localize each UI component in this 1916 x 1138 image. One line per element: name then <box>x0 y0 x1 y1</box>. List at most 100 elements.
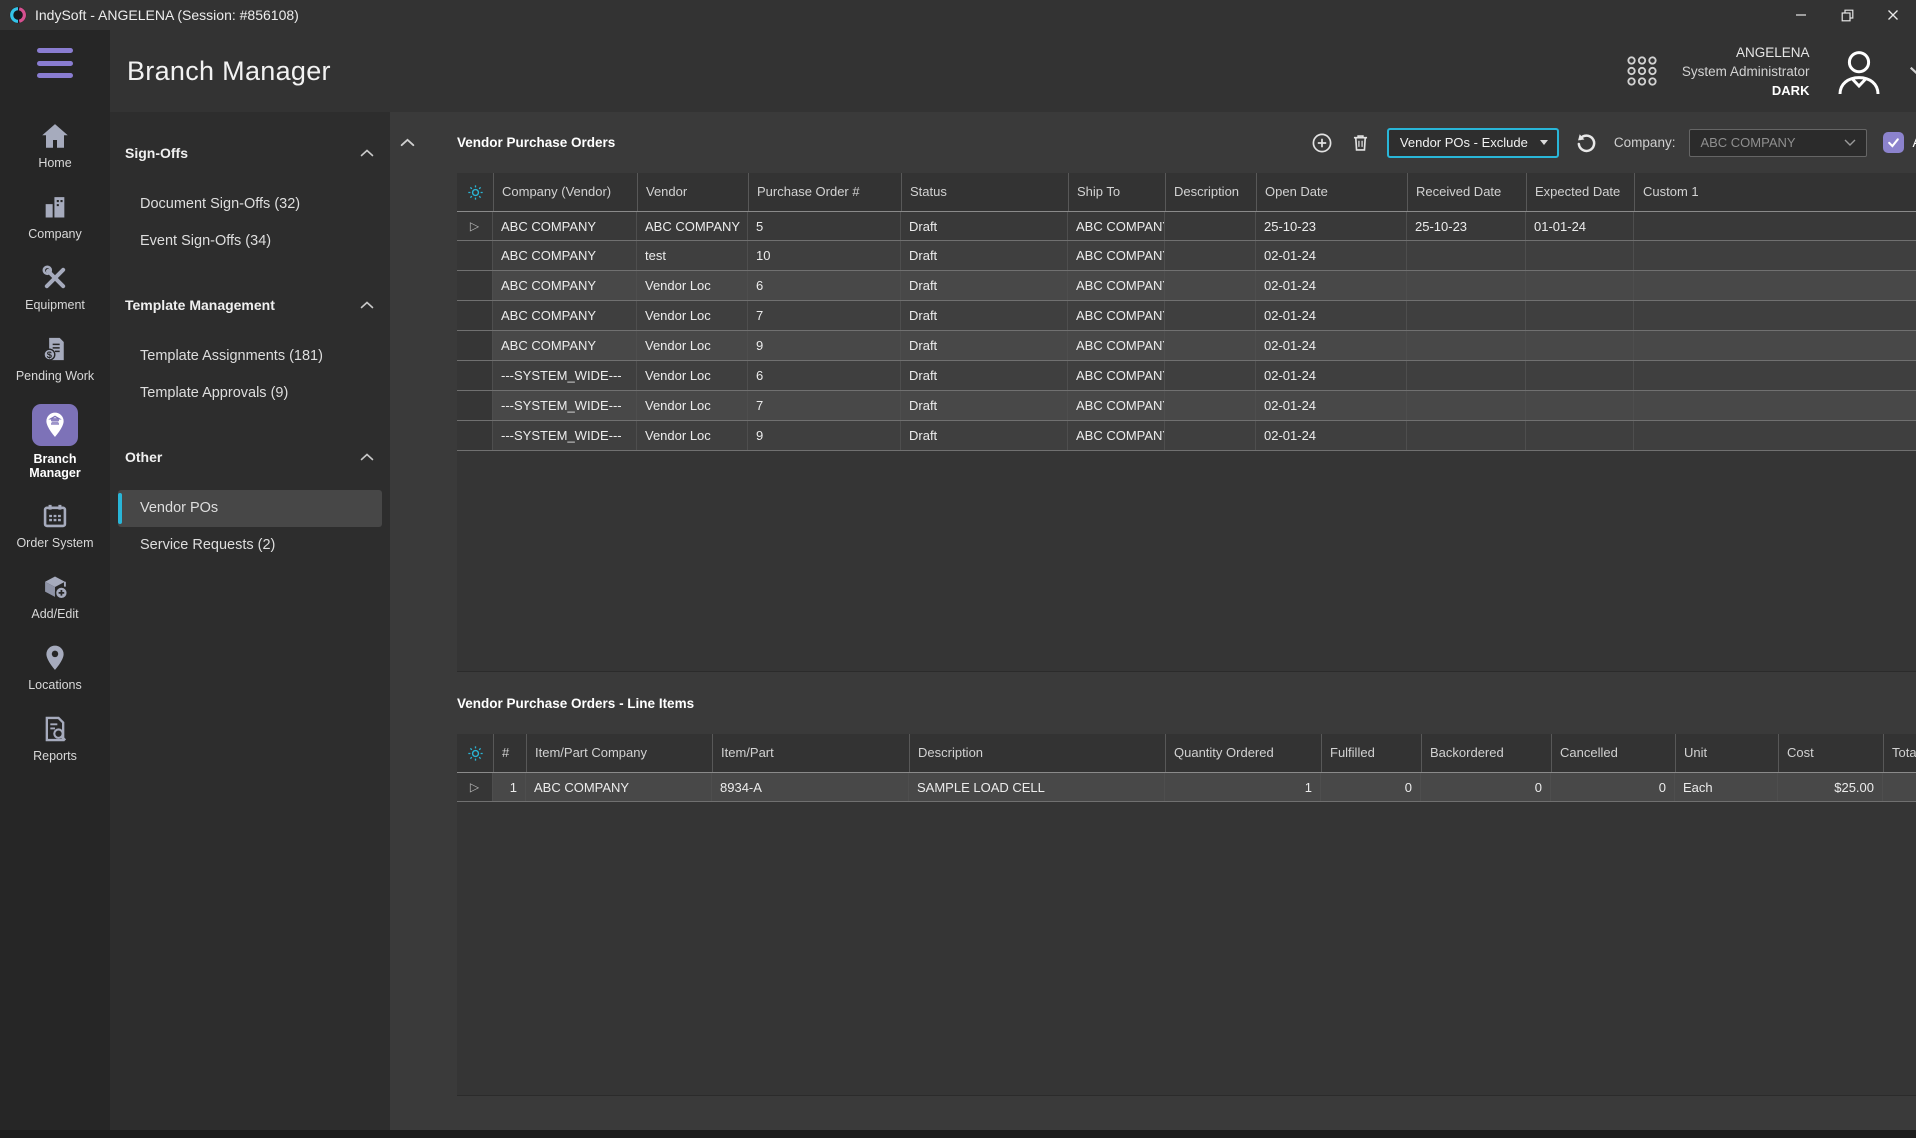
column-header[interactable]: Purchase Order # <box>748 173 901 211</box>
vendor-pos-workarea: Vendor Purchase Orders <box>390 112 1916 1130</box>
chevron-up-icon[interactable] <box>360 301 374 309</box>
table-cell <box>1634 391 1916 420</box>
table-cell: 5 <box>748 212 901 240</box>
company-dropdown-value: ABC COMPANY <box>1700 135 1795 150</box>
column-header[interactable]: Backordered <box>1421 734 1551 772</box>
column-header[interactable]: Custom 1 <box>1634 173 1916 211</box>
nav-item-vendor-pos[interactable]: Vendor POs <box>118 490 382 527</box>
row-expander-empty <box>457 331 493 360</box>
sidebar-item-order-system[interactable]: Order System <box>0 490 110 561</box>
close-button[interactable] <box>1870 0 1916 30</box>
add-record-button[interactable] <box>1310 131 1334 155</box>
restore-button[interactable] <box>1824 0 1870 30</box>
column-header[interactable]: Description <box>909 734 1165 772</box>
table-row[interactable]: ---SYSTEM_WIDE---Vendor Loc7DraftABC COM… <box>457 391 1916 421</box>
table-cell: ---SYSTEM_WIDE--- <box>493 421 637 450</box>
row-expander-empty <box>457 421 493 450</box>
column-header[interactable]: Item/Part <box>712 734 909 772</box>
nav-section-header[interactable]: Template Management <box>110 294 390 316</box>
column-header[interactable]: Open Date <box>1256 173 1407 211</box>
column-header[interactable]: Received Date <box>1407 173 1526 211</box>
nav-section-header[interactable]: Other <box>110 446 390 468</box>
sidebar-item-locations[interactable]: Locations <box>0 632 110 703</box>
table-row[interactable]: ---SYSTEM_WIDE---Vendor Loc6DraftABC COM… <box>457 361 1916 391</box>
table-cell <box>1526 421 1634 450</box>
user-menu-chevron-icon[interactable] <box>1909 66 1916 77</box>
sidebar-item-company[interactable]: Company <box>0 181 110 252</box>
window-titlebar: IndySoft - ANGELENA (Session: #856108) <box>0 0 1916 30</box>
sidebar-item-home[interactable]: Home <box>0 110 110 181</box>
nav-section-template-management: Template Management Template Assignments… <box>110 294 390 412</box>
table-cell <box>1165 212 1256 240</box>
vendor-purchase-orders-grid: Company (Vendor)VendorPurchase Order #St… <box>457 173 1916 672</box>
table-row[interactable]: ---SYSTEM_WIDE---Vendor Loc9DraftABC COM… <box>457 421 1916 451</box>
table-cell: 02-01-24 <box>1256 361 1407 390</box>
column-header[interactable]: Quantity Ordered <box>1165 734 1321 772</box>
column-header[interactable]: Ship To <box>1068 173 1165 211</box>
table-cell: ABC COMPANY <box>493 301 637 330</box>
all-checkbox-label: All <box>1912 135 1916 150</box>
indysoft-logo-icon <box>9 6 27 24</box>
chevron-up-icon[interactable] <box>360 149 374 157</box>
column-header[interactable]: Item/Part Company <box>526 734 712 772</box>
delete-record-button[interactable] <box>1350 131 1371 154</box>
po-toolbar: Vendor POs - Exclude Company: ABC COMPAN… <box>1310 128 1916 158</box>
all-checkbox[interactable] <box>1883 132 1904 153</box>
po-filter-dropdown[interactable]: Vendor POs - Exclude <box>1387 128 1559 158</box>
table-cell: Draft <box>901 271 1068 300</box>
row-expander-icon[interactable]: ▷ <box>457 212 493 240</box>
column-header[interactable]: Vendor <box>637 173 748 211</box>
page-title: Branch Manager <box>127 56 331 87</box>
nav-item-template-assignments[interactable]: Template Assignments (181) <box>118 338 382 375</box>
hamburger-menu-icon[interactable] <box>37 48 73 78</box>
column-header[interactable]: # <box>493 734 526 772</box>
table-cell <box>1165 301 1256 330</box>
column-header[interactable]: Company (Vendor) <box>493 173 637 211</box>
table-row[interactable]: ▷1ABC COMPANY8934-ASAMPLE LOAD CELL1000E… <box>457 772 1916 802</box>
line-items-grid: #Item/Part CompanyItem/PartDescriptionQu… <box>457 734 1916 1096</box>
table-cell <box>1634 331 1916 360</box>
company-dropdown[interactable]: ABC COMPANY <box>1689 129 1867 157</box>
refresh-button[interactable] <box>1575 131 1598 154</box>
table-cell <box>1165 361 1256 390</box>
grid-settings-icon[interactable] <box>457 734 493 772</box>
table-row[interactable]: ABC COMPANYVendor Loc7DraftABC COMPANY02… <box>457 301 1916 331</box>
column-header[interactable]: Description <box>1165 173 1256 211</box>
sidebar-item-add-edit[interactable]: Add/Edit <box>0 561 110 632</box>
column-header[interactable]: Cancelled <box>1551 734 1675 772</box>
sidebar-item-equipment[interactable]: Equipment <box>0 252 110 323</box>
nav-item-document-sign-offs[interactable]: Document Sign-Offs (32) <box>118 186 382 223</box>
column-header[interactable]: Expected Date <box>1526 173 1634 211</box>
table-row[interactable]: ABC COMPANYtest10DraftABC COMPANY02-01-2… <box>457 241 1916 271</box>
box-plus-icon <box>41 573 69 601</box>
column-header[interactable]: Total <box>1883 734 1916 772</box>
column-header[interactable]: Status <box>901 173 1068 211</box>
nav-section-header[interactable]: Sign-Offs <box>110 142 390 164</box>
table-cell <box>1634 271 1916 300</box>
nav-item-service-requests[interactable]: Service Requests (2) <box>118 527 382 564</box>
chevron-up-icon[interactable] <box>360 453 374 461</box>
sidebar-item-pending-work[interactable]: $ Pending Work <box>0 323 110 394</box>
apps-grid-icon[interactable] <box>1626 55 1658 87</box>
sidebar-item-reports[interactable]: Reports <box>0 703 110 774</box>
grid-settings-icon[interactable] <box>457 173 493 211</box>
column-header[interactable]: Cost <box>1778 734 1883 772</box>
nav-item-event-sign-offs[interactable]: Event Sign-Offs (34) <box>118 223 382 260</box>
column-header[interactable]: Fulfilled <box>1321 734 1421 772</box>
column-header[interactable]: Unit <box>1675 734 1778 772</box>
table-cell: Draft <box>901 361 1068 390</box>
table-row[interactable]: ABC COMPANYVendor Loc6DraftABC COMPANY02… <box>457 271 1916 301</box>
nav-item-template-approvals[interactable]: Template Approvals (9) <box>118 375 382 412</box>
building-icon <box>41 193 69 221</box>
row-expander-icon[interactable]: ▷ <box>457 773 493 801</box>
user-avatar-icon[interactable] <box>1833 47 1885 95</box>
table-cell <box>1634 361 1916 390</box>
sidebar-item-branch-manager[interactable]: Branch Manager <box>0 394 110 490</box>
table-cell: 10 <box>748 241 901 270</box>
table-row[interactable]: ▷ABC COMPANYABC COMPANY5DraftABC COMPANY… <box>457 211 1916 241</box>
row-expander-empty <box>457 361 493 390</box>
collapse-section-icon[interactable] <box>400 138 422 147</box>
table-cell: SAMPLE LOAD CELL <box>909 773 1165 801</box>
table-row[interactable]: ABC COMPANYVendor Loc9DraftABC COMPANY02… <box>457 331 1916 361</box>
minimize-button[interactable] <box>1778 0 1824 30</box>
